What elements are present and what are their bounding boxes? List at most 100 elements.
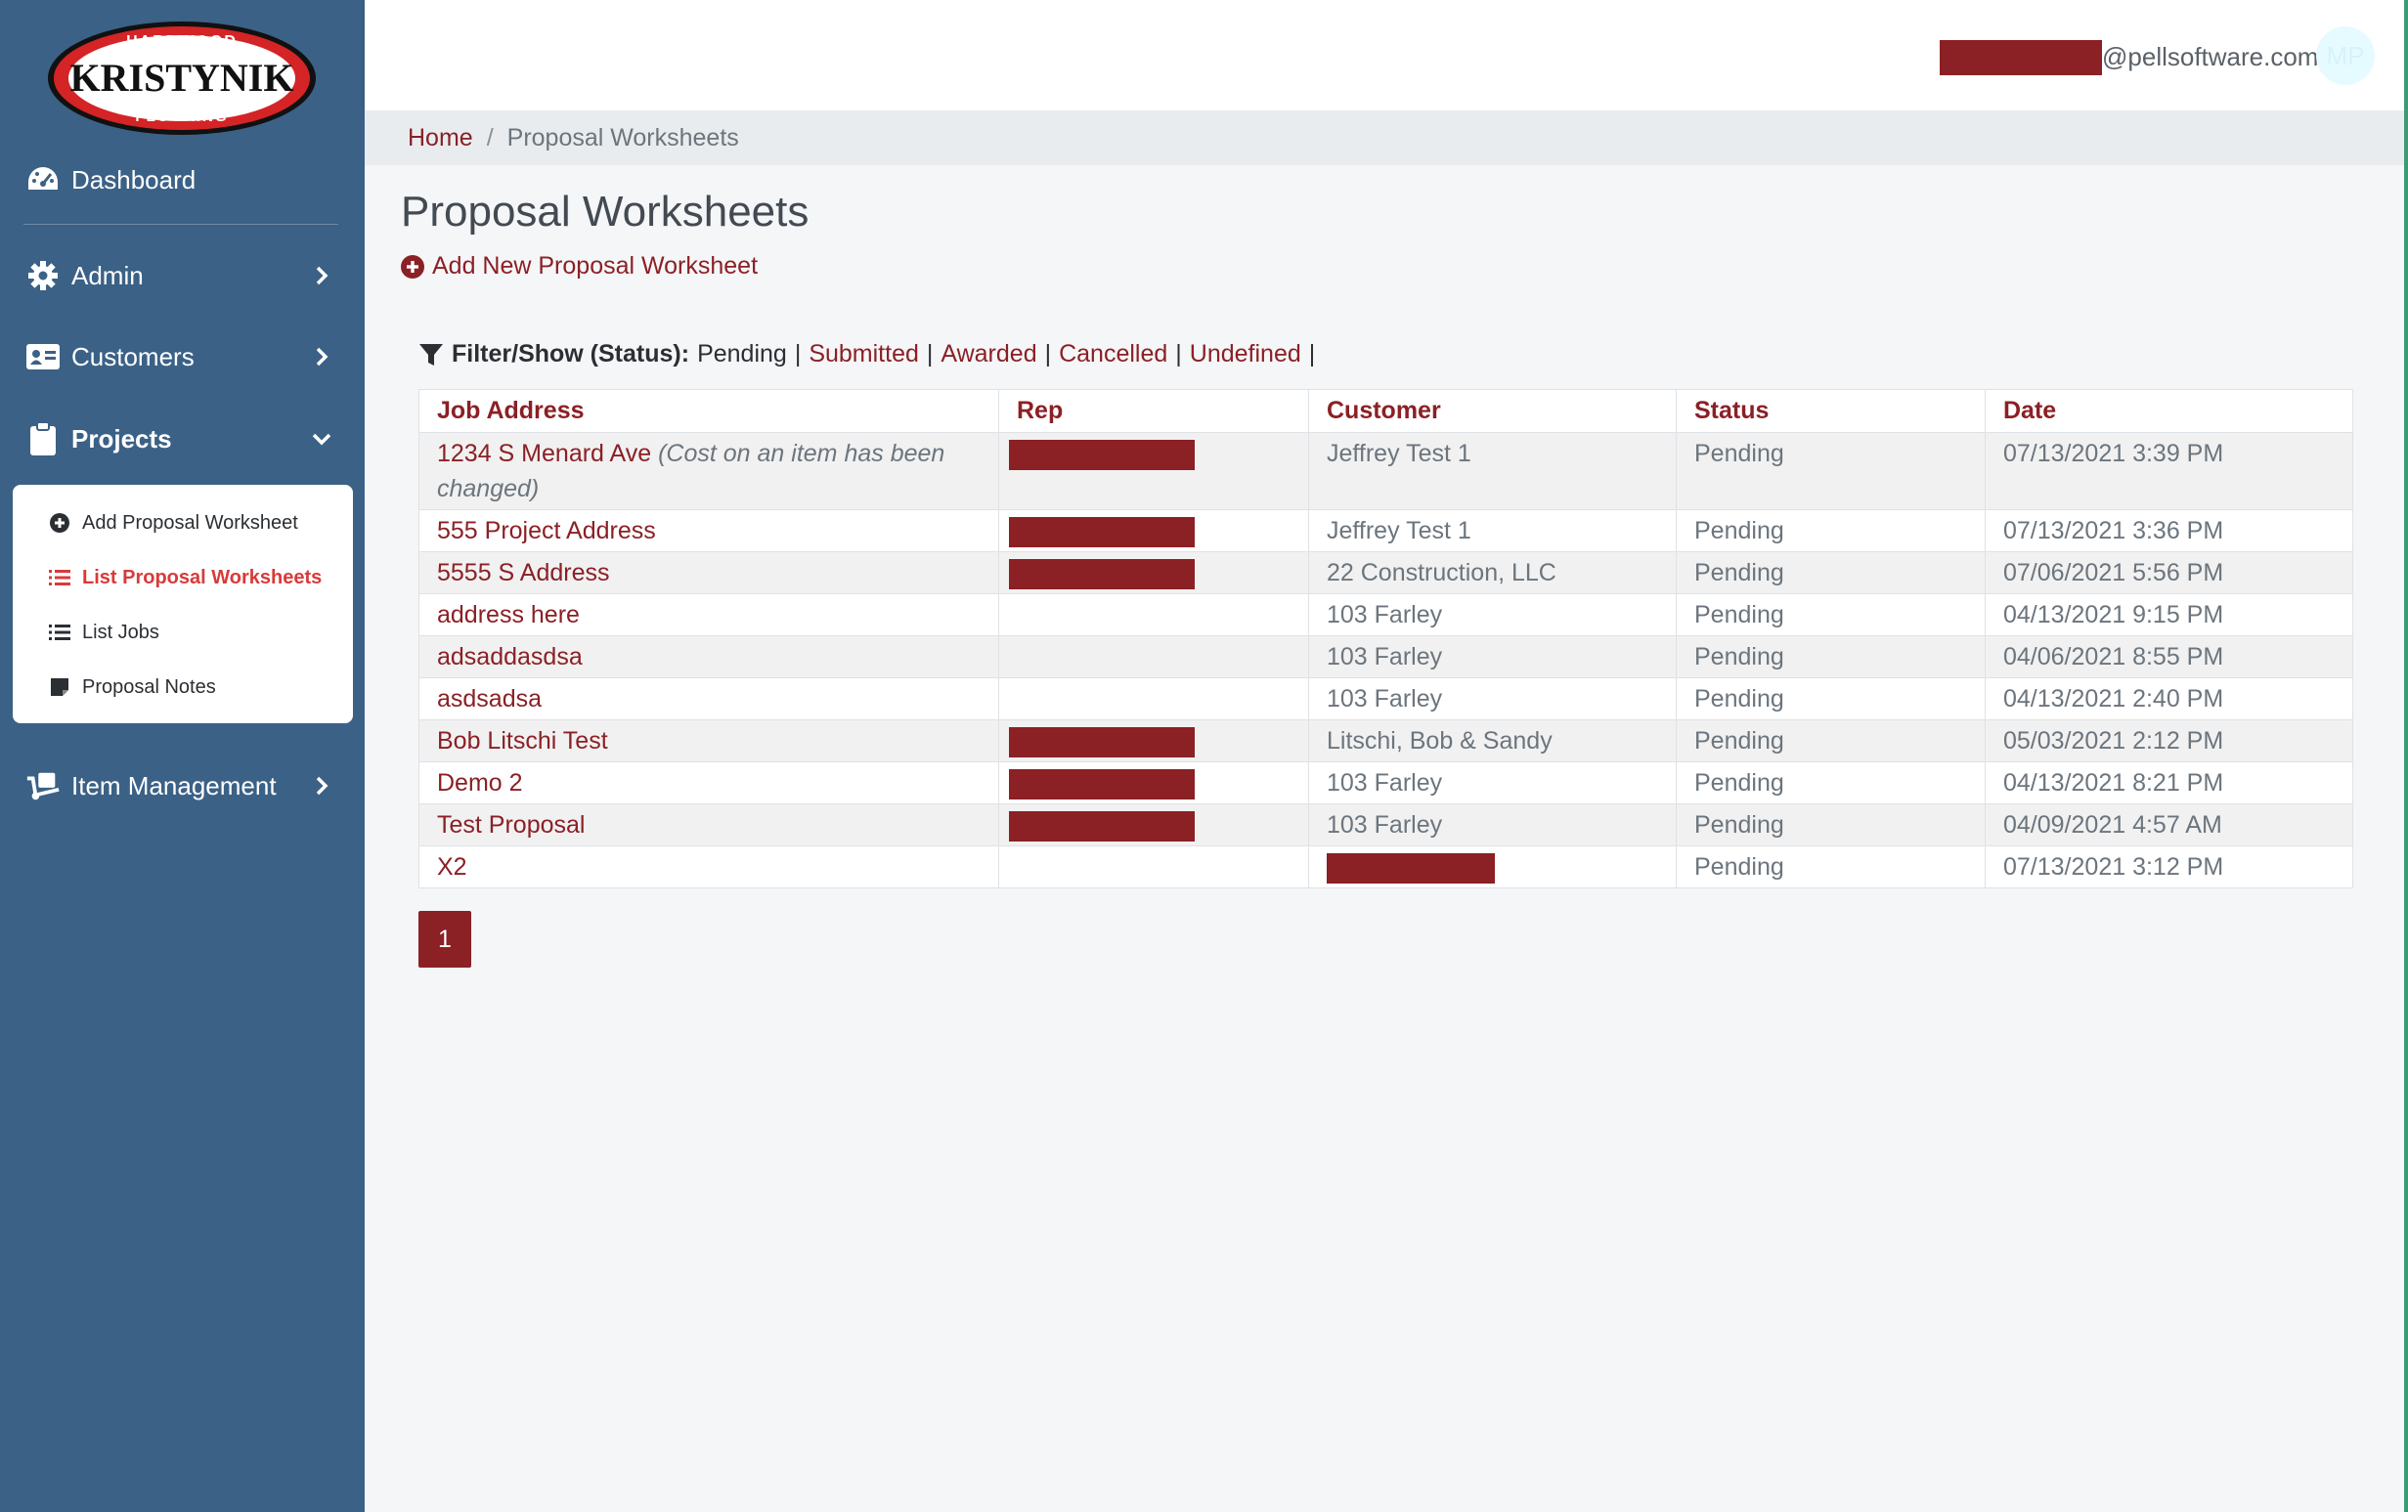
job-address-link[interactable]: Test Proposal: [437, 811, 585, 839]
job-address-cell: adsaddasdsa: [418, 635, 999, 678]
rep-cell: [998, 761, 1309, 804]
subnav-proposal-notes[interactable]: Proposal Notes: [13, 664, 353, 711]
status-cell: Pending: [1676, 803, 1986, 846]
sidebar-item-item-management[interactable]: Item Management: [0, 756, 365, 815]
customer-cell: 103 Farley: [1308, 593, 1677, 636]
rep-cell: [998, 432, 1309, 510]
add-new-label: Add New Proposal Worksheet: [432, 252, 759, 280]
plus-circle-icon: [48, 511, 71, 535]
date-cell: 04/06/2021 8:55 PM: [1985, 635, 2353, 678]
sidebar-item-label: Dashboard: [71, 164, 197, 194]
gear-icon: [25, 258, 61, 293]
add-new-proposal-worksheet-link[interactable]: Add New Proposal Worksheet: [401, 252, 758, 281]
filter-awarded[interactable]: Awarded: [941, 340, 1036, 368]
rep-cell: [998, 635, 1309, 678]
status-filter: Filter/Show (Status): Pending | Submitte…: [418, 340, 1323, 368]
customer-cell: 103 Farley: [1308, 635, 1677, 678]
breadcrumb-current: Proposal Worksheets: [506, 123, 739, 151]
subnav-list-proposal-worksheets[interactable]: List Proposal Worksheets: [13, 554, 353, 601]
job-address-link[interactable]: asdsadsa: [437, 685, 542, 713]
table-row: X2 Pending 07/13/2021 3:12 PM: [418, 845, 2353, 888]
filter-separator: |: [926, 340, 934, 367]
proposal-worksheets-table: Job Address Rep Customer Status Date 123…: [418, 389, 2353, 888]
job-address-link[interactable]: 5555 S Address: [437, 559, 610, 586]
kristynik-logo[interactable]: HARDWOOD KRISTYNIK FLOORING: [45, 18, 319, 139]
job-address-link[interactable]: 1234 S Menard Ave: [437, 440, 651, 467]
chevron-right-icon: [311, 775, 332, 797]
date-cell: 07/13/2021 3:39 PM: [1985, 432, 2353, 510]
chevron-right-icon: [311, 346, 332, 367]
date-cell: 07/13/2021 3:12 PM: [1985, 845, 2353, 888]
redacted-rep: [1009, 439, 1195, 470]
status-cell: Pending: [1676, 845, 1986, 888]
breadcrumb-home[interactable]: Home: [408, 124, 473, 152]
job-address-cell: X2: [418, 845, 999, 888]
customer-cell: 103 Farley: [1308, 677, 1677, 720]
plus-circle-icon: [401, 254, 424, 279]
customer-cell: 103 Farley: [1308, 761, 1677, 804]
column-header-job-address[interactable]: Job Address: [418, 389, 999, 433]
status-cell: Pending: [1676, 432, 1986, 510]
filter-cancelled[interactable]: Cancelled: [1059, 340, 1167, 368]
rep-cell: [998, 551, 1309, 594]
date-cell: 04/13/2021 9:15 PM: [1985, 593, 2353, 636]
customer-cell: 103 Farley: [1308, 803, 1677, 846]
job-address-link[interactable]: 555 Project Address: [437, 517, 656, 544]
redacted-rep: [1009, 810, 1195, 842]
sidebar: HARDWOOD KRISTYNIK FLOORING Dashboard Ad…: [0, 0, 365, 1512]
job-address-link[interactable]: address here: [437, 601, 580, 628]
filter-pending[interactable]: Pending: [697, 340, 787, 368]
sidebar-item-admin[interactable]: Admin: [0, 246, 365, 305]
pagination-page-1[interactable]: 1: [418, 911, 471, 968]
avatar[interactable]: MP: [2316, 26, 2375, 85]
clipboard-icon: [25, 421, 61, 456]
job-address-link[interactable]: adsaddasdsa: [437, 643, 583, 670]
column-header-customer[interactable]: Customer: [1308, 389, 1677, 433]
job-address-cell: Demo 2: [418, 761, 999, 804]
user-email[interactable]: @pellsoftware.com: [2102, 39, 2318, 74]
sidebar-divider: [23, 224, 338, 225]
job-address-link[interactable]: Bob Litschi Test: [437, 727, 608, 755]
logo-bottom-text: FLOORING: [135, 108, 228, 125]
date-cell: 07/06/2021 5:56 PM: [1985, 551, 2353, 594]
job-address-link[interactable]: Demo 2: [437, 769, 523, 797]
subnav-label: List Jobs: [82, 621, 159, 643]
redacted-rep: [1009, 516, 1195, 547]
filter-submitted[interactable]: Submitted: [809, 340, 919, 368]
table-row: asdsadsa 103 Farley Pending 04/13/2021 2…: [418, 677, 2353, 720]
sidebar-item-dashboard[interactable]: Dashboard: [0, 151, 365, 209]
subnav-label: Proposal Notes: [82, 675, 216, 698]
customer-cell: Jeffrey Test 1: [1308, 509, 1677, 552]
filter-separator: |: [794, 340, 802, 367]
rep-cell: [998, 719, 1309, 762]
customer-cell: [1308, 845, 1677, 888]
subnav-label: List Proposal Worksheets: [82, 566, 323, 588]
sidebar-item-label: Admin: [71, 260, 144, 290]
job-address-cell: 5555 S Address: [418, 551, 999, 594]
sidebar-item-projects[interactable]: Projects: [0, 410, 365, 468]
subnav-add-proposal-worksheet[interactable]: Add Proposal Worksheet: [13, 499, 353, 546]
date-cell: 07/13/2021 3:36 PM: [1985, 509, 2353, 552]
sidebar-item-customers[interactable]: Customers: [0, 327, 365, 386]
column-header-status[interactable]: Status: [1676, 389, 1986, 433]
filter-undefined[interactable]: Undefined: [1190, 340, 1301, 368]
filter-separator: |: [1175, 340, 1182, 367]
id-card-icon: [25, 339, 61, 374]
logo-top-text: HARDWOOD: [126, 33, 238, 50]
job-address-cell: Bob Litschi Test: [418, 719, 999, 762]
sidebar-item-label: Customers: [71, 341, 195, 371]
rep-cell: [998, 677, 1309, 720]
note-icon: [48, 675, 71, 699]
status-cell: Pending: [1676, 719, 1986, 762]
job-address-link[interactable]: X2: [437, 853, 467, 881]
breadcrumb-separator: /: [486, 123, 494, 151]
redacted-rep: [1009, 726, 1195, 757]
subnav-list-jobs[interactable]: List Jobs: [13, 609, 353, 656]
customer-cell: Jeffrey Test 1: [1308, 432, 1677, 510]
table-row: adsaddasdsa 103 Farley Pending 04/06/202…: [418, 635, 2353, 678]
list-icon: [48, 621, 71, 644]
column-header-date[interactable]: Date: [1985, 389, 2353, 433]
filter-label: Filter/Show (Status):: [452, 340, 690, 367]
column-header-rep[interactable]: Rep: [998, 389, 1309, 433]
status-cell: Pending: [1676, 635, 1986, 678]
